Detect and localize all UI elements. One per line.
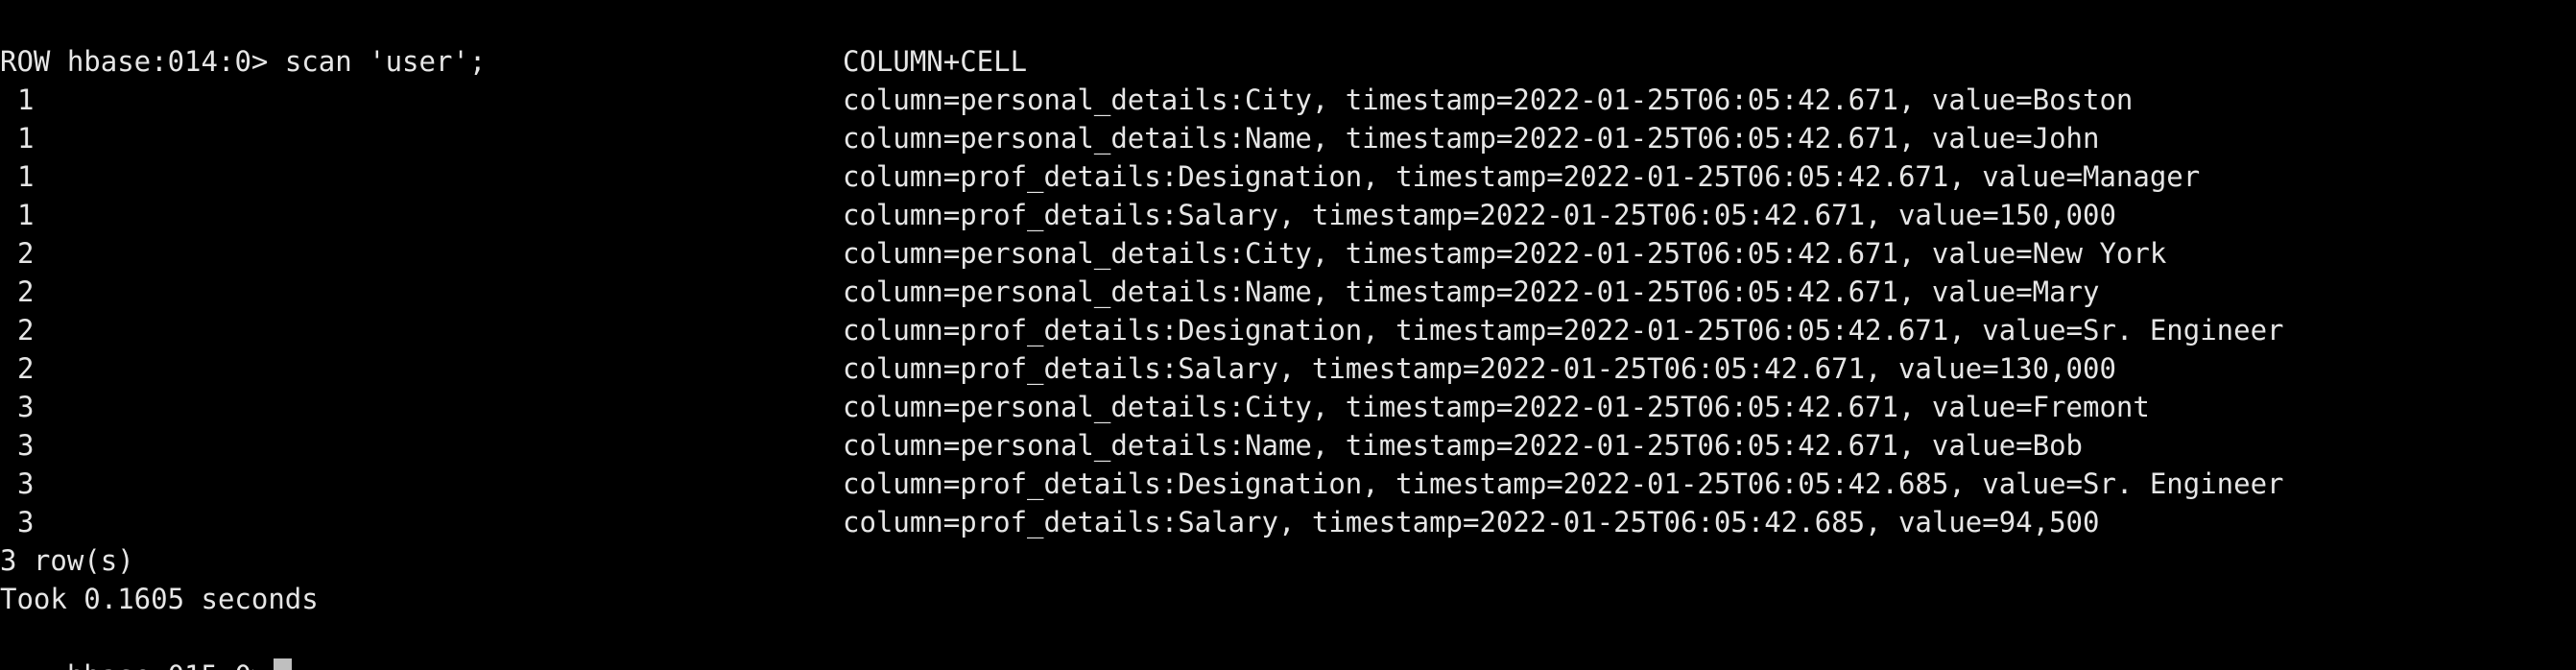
table-row: 2 column=prof_details:Salary, timestamp=… [0, 349, 2576, 388]
row-key: 3 [17, 391, 35, 423]
cell-value: column=prof_details:Salary, timestamp=20… [843, 199, 2116, 231]
cell-value: column=personal_details:Name, timestamp=… [843, 275, 2100, 308]
table-row: 1 column=personal_details:Name, timestam… [0, 119, 2576, 157]
table-row: 3 column=prof_details:Designation, times… [0, 465, 2576, 503]
cell-value: column=personal_details:City, timestamp=… [843, 391, 2150, 423]
text-cursor[interactable] [274, 658, 293, 670]
result-header: ROW COLUMN+CELL [0, 42, 2576, 81]
header-column-cell: COLUMN+CELL [843, 45, 1028, 78]
table-row: 3 column=personal_details:City, timestam… [0, 388, 2576, 426]
row-key: 3 [17, 506, 35, 538]
row-key: 1 [17, 199, 35, 231]
cell-value: column=prof_details:Designation, timesta… [843, 467, 2284, 500]
cell-value: column=prof_details:Salary, timestamp=20… [843, 506, 2100, 538]
row-key: 1 [17, 84, 35, 116]
shell-prompt: hbase:015:0> [67, 659, 269, 670]
active-prompt-line[interactable]: hbase:015:0> [0, 618, 2576, 670]
cell-value: column=personal_details:Name, timestamp=… [843, 429, 2084, 462]
row-key: 2 [17, 237, 35, 270]
table-row: 3 column=personal_details:Name, timestam… [0, 426, 2576, 465]
table-row: 1 column=personal_details:City, timestam… [0, 81, 2576, 119]
timing-summary: Took 0.1605 seconds [0, 583, 319, 615]
cell-value: column=prof_details:Salary, timestamp=20… [843, 352, 2116, 385]
table-row: 2 column=personal_details:City, timestam… [0, 234, 2576, 273]
row-count-summary: 3 row(s) [0, 544, 134, 577]
cell-value: column=personal_details:City, timestamp=… [843, 237, 2167, 270]
row-key: 1 [17, 160, 35, 193]
cell-value: column=personal_details:City, timestamp=… [843, 84, 2134, 116]
header-row: ROW [0, 45, 51, 78]
cell-value: column=prof_details:Designation, timesta… [843, 314, 2284, 347]
table-row: 2 column=prof_details:Designation, times… [0, 311, 2576, 349]
table-row: 1 column=prof_details:Designation, times… [0, 157, 2576, 196]
row-key: 3 [17, 429, 35, 462]
row-key: 2 [17, 275, 35, 308]
row-key: 1 [17, 122, 35, 155]
row-key: 2 [17, 352, 35, 385]
table-row: 1 column=prof_details:Salary, timestamp=… [0, 196, 2576, 234]
row-key: 2 [17, 314, 35, 347]
table-row: 2 column=personal_details:Name, timestam… [0, 273, 2576, 311]
cell-value: column=prof_details:Designation, timesta… [843, 160, 2201, 193]
cell-value: column=personal_details:Name, timestamp=… [843, 122, 2100, 155]
table-row: 3 column=prof_details:Salary, timestamp=… [0, 503, 2576, 541]
row-key: 3 [17, 467, 35, 500]
command-line: hbase:014:0> scan 'user'; [0, 4, 2576, 78]
terminal-window[interactable]: hbase:014:0> scan 'user'; ROW COLUMN+CEL… [0, 0, 2576, 670]
